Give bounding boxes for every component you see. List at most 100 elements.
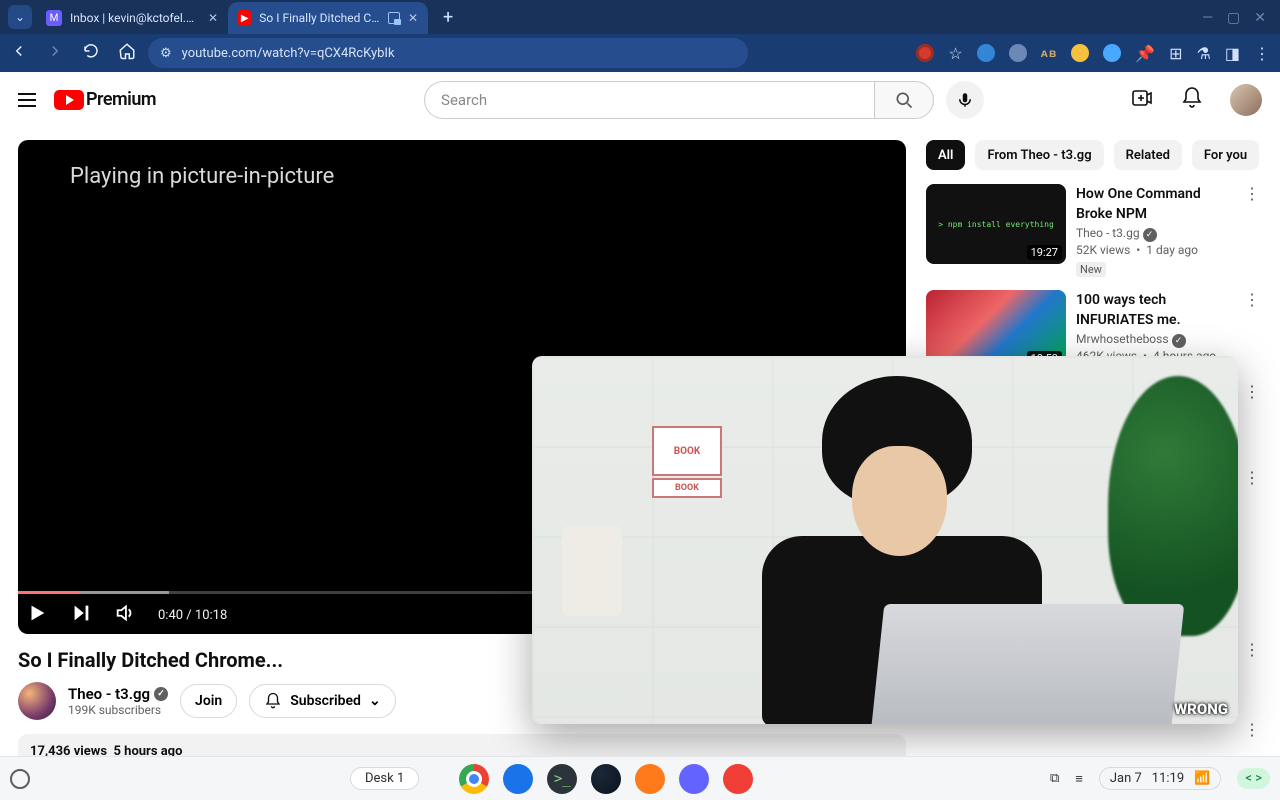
steam-app-icon[interactable] bbox=[591, 764, 621, 794]
account-avatar[interactable] bbox=[1230, 84, 1262, 116]
rec-channel: Theo - t3.gg bbox=[1076, 226, 1140, 240]
quick-settings-icon[interactable]: ≡ bbox=[1075, 771, 1083, 787]
tab-youtube[interactable]: ▶ So I Finally Ditched Chrome ✕ bbox=[228, 2, 428, 34]
address-bar[interactable]: ⚙ youtube.com/watch?v=qCX4RcKybIk bbox=[148, 38, 748, 68]
mastodon-app-icon[interactable] bbox=[679, 764, 709, 794]
tab-search-button[interactable]: ⌄ bbox=[8, 5, 32, 29]
time-display: 0:40 / 10:18 bbox=[158, 608, 227, 623]
youtube-play-icon bbox=[54, 90, 84, 110]
kebab-menu-icon[interactable]: ⋮ bbox=[1254, 44, 1270, 63]
sidepanel-icon[interactable]: ◨ bbox=[1225, 44, 1240, 63]
labs-icon[interactable]: ⚗ bbox=[1197, 44, 1211, 63]
app-icon[interactable] bbox=[635, 764, 665, 794]
channel-name[interactable]: Theo - t3.gg✓ bbox=[68, 685, 168, 703]
more-icon[interactable]: ⋮ bbox=[1244, 468, 1260, 487]
rec-views: 52K views bbox=[1076, 243, 1130, 257]
next-button[interactable] bbox=[70, 602, 92, 628]
notifications-button[interactable] bbox=[1180, 86, 1204, 114]
status-area[interactable]: Jan 7 11:19 📶 bbox=[1099, 767, 1222, 790]
desk-button[interactable]: Desk 1 bbox=[350, 767, 419, 790]
chip-for-you[interactable]: For you bbox=[1192, 140, 1259, 170]
forward-button[interactable] bbox=[46, 42, 64, 64]
tab-strip: ⌄ M Inbox | kevin@kctofel.com | Pr ✕ ▶ S… bbox=[8, 2, 462, 34]
pip-decor: BOOK bbox=[652, 478, 722, 498]
bell-icon bbox=[264, 692, 282, 710]
new-tab-button[interactable]: + bbox=[434, 3, 462, 31]
files-app-icon[interactable] bbox=[503, 764, 533, 794]
terminal-app-icon[interactable]: >_ bbox=[547, 764, 577, 794]
youtube-logo[interactable]: Premium bbox=[54, 89, 156, 110]
verified-icon: ✓ bbox=[154, 687, 168, 701]
search-input[interactable]: Search bbox=[424, 81, 874, 119]
chip-all[interactable]: All bbox=[926, 140, 965, 170]
extensions-menu-icon[interactable]: ⊞ bbox=[1169, 44, 1182, 63]
search-placeholder: Search bbox=[441, 91, 487, 109]
close-icon[interactable]: ✕ bbox=[208, 11, 218, 25]
extension-icon[interactable] bbox=[1071, 44, 1089, 62]
extension-icon[interactable] bbox=[1009, 44, 1027, 62]
pip-status-text: Playing in picture-in-picture bbox=[70, 164, 334, 189]
verified-icon: ✓ bbox=[1172, 334, 1186, 348]
rec-channel: Mrwhosetheboss bbox=[1076, 332, 1169, 346]
new-badge: New bbox=[1076, 262, 1106, 278]
channel-avatar[interactable] bbox=[18, 682, 56, 720]
duration-badge: 19:27 bbox=[1027, 245, 1062, 260]
url-text: youtube.com/watch?v=qCX4RcKybIk bbox=[182, 46, 395, 61]
tab-inbox[interactable]: M Inbox | kevin@kctofel.com | Pr ✕ bbox=[36, 2, 228, 34]
launcher-button[interactable] bbox=[10, 769, 30, 789]
app-icon[interactable] bbox=[723, 764, 753, 794]
extensions-area: ☆ ᴀʙ 📌 ⊞ ⚗ ◨ ⋮ bbox=[916, 44, 1270, 63]
extension-icon[interactable]: ᴀʙ bbox=[1041, 46, 1057, 60]
verified-icon: ✓ bbox=[1143, 228, 1157, 242]
rec-title: How One Command Broke NPM bbox=[1076, 184, 1232, 225]
voice-search-button[interactable] bbox=[946, 81, 984, 119]
minimize-icon[interactable]: — bbox=[1202, 10, 1213, 26]
extension-icon[interactable] bbox=[977, 44, 995, 62]
maximize-icon[interactable]: ▢ bbox=[1227, 10, 1240, 26]
mail-icon: M bbox=[46, 10, 62, 26]
search-button[interactable] bbox=[874, 81, 934, 119]
filter-chips: All From Theo - t3.gg Related For you Re… bbox=[926, 140, 1262, 170]
create-button[interactable] bbox=[1130, 86, 1154, 114]
wifi-icon: 📶 bbox=[1194, 771, 1210, 786]
volume-button[interactable] bbox=[114, 602, 136, 628]
close-icon[interactable]: ✕ bbox=[408, 11, 418, 25]
bookmark-icon[interactable]: ☆ bbox=[948, 44, 962, 63]
chevron-down-icon: ⌄ bbox=[369, 693, 381, 709]
thumbnail: > npm install everything 19:27 bbox=[926, 184, 1066, 264]
more-icon[interactable]: ⋮ bbox=[1242, 290, 1262, 384]
extension-icon[interactable] bbox=[916, 44, 934, 62]
pip-decor bbox=[1108, 376, 1238, 636]
rec-age: 1 day ago bbox=[1146, 243, 1198, 257]
more-icon[interactable]: ⋮ bbox=[1242, 184, 1262, 278]
holding-space-icon[interactable]: ⧉ bbox=[1050, 771, 1059, 786]
tab-title: So I Finally Ditched Chrome bbox=[259, 11, 380, 25]
home-button[interactable] bbox=[118, 42, 136, 64]
recommendation-item[interactable]: > npm install everything 19:27 How One C… bbox=[926, 184, 1262, 278]
thumbnail-text: > npm install everything bbox=[938, 220, 1054, 229]
browser-titlebar: ⌄ M Inbox | kevin@kctofel.com | Pr ✕ ▶ S… bbox=[0, 0, 1280, 34]
youtube-icon: ▶ bbox=[238, 10, 251, 26]
extension-icon[interactable]: 📌 bbox=[1135, 44, 1155, 63]
chip-from-channel[interactable]: From Theo - t3.gg bbox=[975, 140, 1103, 170]
reload-button[interactable] bbox=[82, 42, 100, 64]
join-button[interactable]: Join bbox=[180, 684, 237, 718]
more-icon[interactable]: ⋮ bbox=[1244, 720, 1260, 739]
extension-icon[interactable] bbox=[1103, 44, 1121, 62]
site-settings-icon[interactable]: ⚙ bbox=[160, 46, 172, 61]
time-text: 11:19 bbox=[1152, 771, 1184, 786]
shelf-apps: >_ bbox=[459, 764, 753, 794]
more-icon[interactable]: ⋮ bbox=[1244, 640, 1260, 659]
subscribed-button[interactable]: Subscribed ⌄ bbox=[249, 684, 395, 718]
pip-laptop bbox=[872, 604, 1185, 724]
more-icon[interactable]: ⋮ bbox=[1244, 382, 1260, 401]
play-button[interactable] bbox=[26, 602, 48, 628]
dev-mode-badge[interactable]: < > bbox=[1237, 768, 1270, 789]
pip-window[interactable]: BOOK BOOK WRONG bbox=[532, 356, 1238, 724]
guide-menu-button[interactable] bbox=[18, 93, 36, 107]
pip-caption: WRONG bbox=[1174, 700, 1228, 718]
back-button[interactable] bbox=[10, 42, 28, 64]
close-window-icon[interactable]: ✕ bbox=[1254, 10, 1266, 26]
chrome-app-icon[interactable] bbox=[459, 764, 489, 794]
chip-related[interactable]: Related bbox=[1114, 140, 1182, 170]
